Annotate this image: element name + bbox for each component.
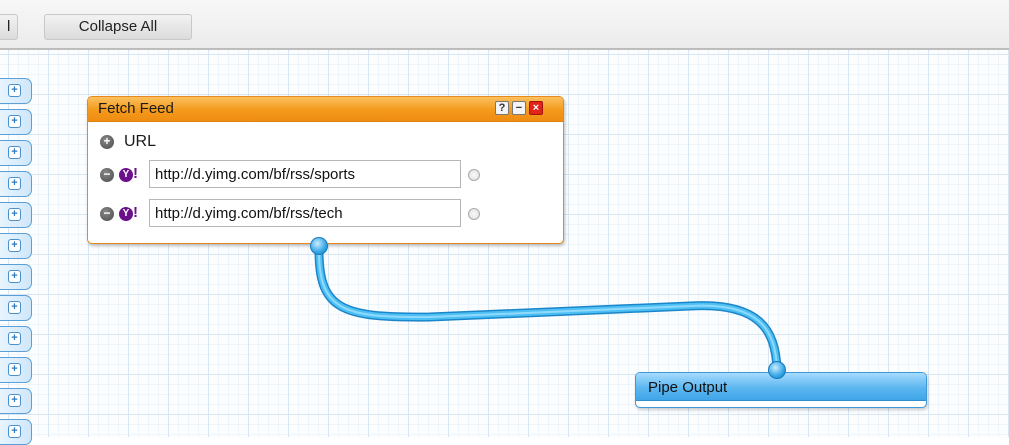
yahoo-logo-icon: Y! — [119, 204, 143, 223]
collapse-all-button[interactable]: Collapse All — [44, 14, 192, 40]
url-terminal-radio[interactable] — [468, 169, 480, 181]
rail-tab[interactable]: + — [0, 233, 32, 259]
rail-tab[interactable]: + — [0, 78, 32, 104]
plus-expand-icon: + — [8, 146, 21, 159]
url-input[interactable] — [149, 160, 461, 188]
plus-expand-icon: + — [8, 84, 21, 97]
module-title: Fetch Feed — [98, 100, 174, 117]
rail-tab[interactable]: + — [0, 388, 32, 414]
plus-expand-icon: + — [8, 301, 21, 314]
plus-expand-icon: + — [8, 115, 21, 128]
module-header[interactable]: Fetch Feed ? − × — [88, 97, 563, 122]
rail-tab[interactable]: + — [0, 202, 32, 228]
editor-toolbar: l Collapse All — [0, 0, 1009, 50]
plus-expand-icon: + — [8, 239, 21, 252]
rail-tab[interactable]: + — [0, 140, 32, 166]
rail-tab[interactable]: + — [0, 264, 32, 290]
plus-expand-icon: + — [8, 208, 21, 221]
rail-tab[interactable]: + — [0, 357, 32, 383]
rail-tab[interactable]: + — [0, 171, 32, 197]
rail-tab[interactable]: + — [0, 295, 32, 321]
output-terminal[interactable] — [310, 237, 328, 255]
remove-url-icon[interactable]: − — [100, 168, 114, 182]
input-terminal[interactable] — [768, 361, 786, 379]
help-icon[interactable]: ? — [495, 101, 509, 115]
plus-expand-icon: + — [8, 177, 21, 190]
plus-expand-icon: + — [8, 332, 21, 345]
rail-tab[interactable]: + — [0, 109, 32, 135]
fetch-feed-module[interactable]: Fetch Feed ? − × + URL − Y! − Y! — [87, 96, 564, 244]
module-library-rail: + + + + + + + + + + + + — [0, 50, 38, 445]
plus-expand-icon: + — [8, 394, 21, 407]
plus-expand-icon: + — [8, 425, 21, 438]
rail-tab[interactable]: + — [0, 326, 32, 352]
toolbar-button-partial[interactable]: l — [0, 14, 18, 40]
rail-tab[interactable]: + — [0, 419, 32, 445]
url-input[interactable] — [149, 199, 461, 227]
module-title: Pipe Output — [648, 379, 728, 396]
close-icon[interactable]: × — [529, 101, 543, 115]
yahoo-logo-icon: Y! — [119, 165, 143, 184]
plus-expand-icon: + — [8, 270, 21, 283]
plus-expand-icon: + — [8, 363, 21, 376]
minimize-icon[interactable]: − — [512, 101, 526, 115]
url-field-label: URL — [124, 133, 157, 150]
remove-url-icon[interactable]: − — [100, 207, 114, 221]
add-url-icon[interactable]: + — [100, 135, 114, 149]
url-terminal-radio[interactable] — [468, 208, 480, 220]
